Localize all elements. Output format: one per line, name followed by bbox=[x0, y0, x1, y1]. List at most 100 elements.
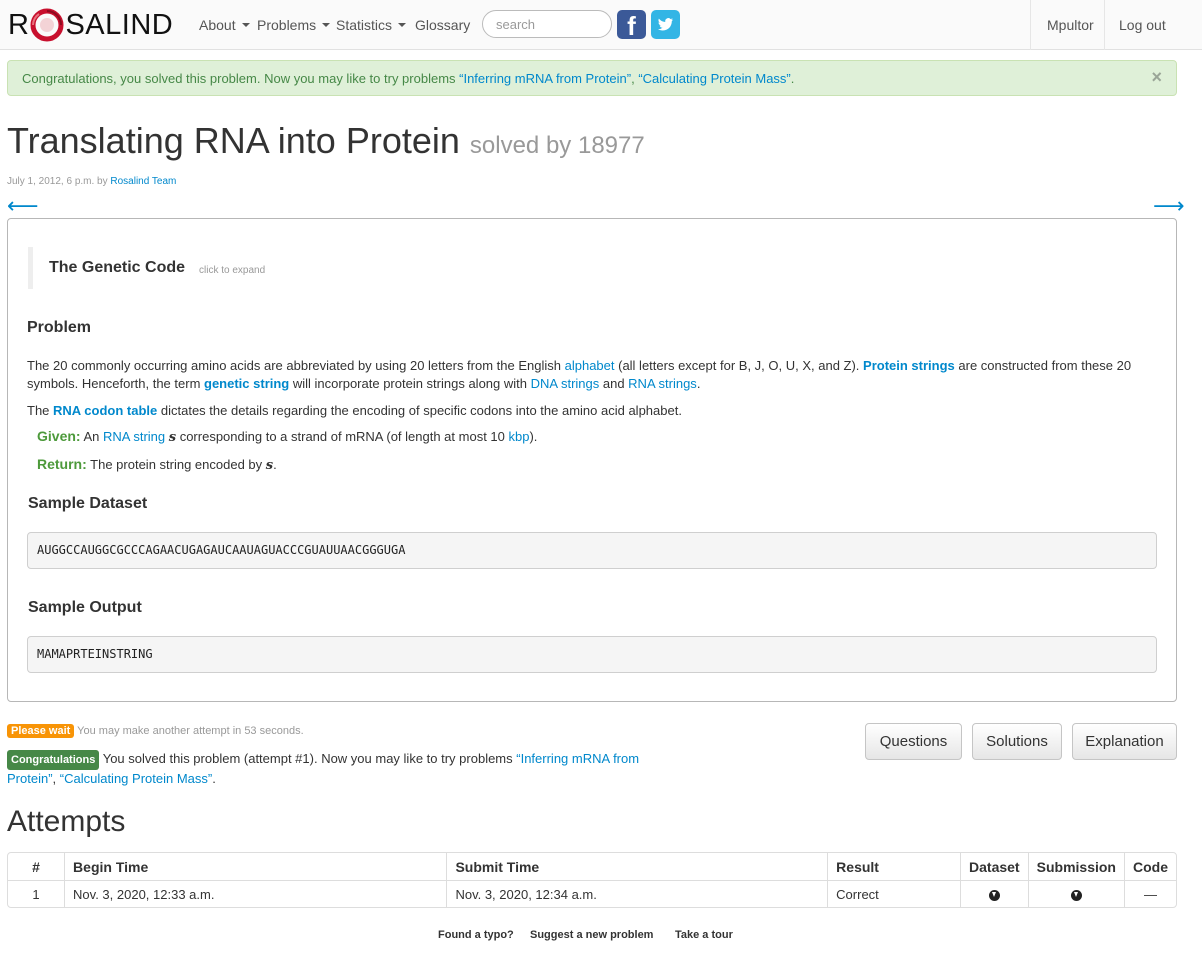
para1-text-f: . bbox=[696, 376, 701, 391]
facebook-icon[interactable]: f bbox=[617, 10, 646, 41]
para1-text-a: The 20 commonly occurring amino acids ar… bbox=[27, 358, 565, 373]
header-dataset: Dataset bbox=[960, 853, 1028, 880]
solutions-button[interactable]: Solutions bbox=[972, 723, 1062, 760]
math-variable-s: s bbox=[265, 458, 274, 473]
twitter-icon[interactable] bbox=[651, 10, 680, 39]
alert-link-inferring-mrna[interactable]: “Inferring mRNA from Protein” bbox=[459, 71, 631, 86]
given-statement: Given: An RNA string s corresponding to … bbox=[37, 428, 537, 445]
section-sample-output: Sample Output bbox=[28, 599, 142, 616]
previous-problem-arrow-icon[interactable]: ⟵ bbox=[7, 193, 39, 219]
return-label: Return: bbox=[37, 456, 87, 472]
download-icon[interactable] bbox=[1070, 889, 1082, 901]
math-variable-s: s bbox=[168, 430, 177, 445]
genetic-code-hint: click to expand bbox=[199, 265, 266, 276]
nav-about[interactable]: About bbox=[199, 17, 250, 33]
given-label: Given: bbox=[37, 428, 81, 444]
nav-statistics[interactable]: Statistics bbox=[336, 17, 407, 33]
top-navbar: R SALIND About Problems Statistics Gloss… bbox=[0, 0, 1202, 50]
para1-text-d: will incorporate protein strings along w… bbox=[289, 376, 531, 391]
nav-glossary[interactable]: Glossary bbox=[415, 17, 470, 33]
nav-problems[interactable]: Problems bbox=[257, 17, 331, 33]
attempt-code: — bbox=[1124, 880, 1176, 907]
para2-text-a: The bbox=[27, 403, 54, 418]
glossary-link-dna-strings[interactable]: DNA strings bbox=[531, 376, 600, 391]
para1-text-b: (all letters except for B, J, O, U, X, a… bbox=[614, 358, 864, 373]
footer-take-tour-link[interactable]: Take a tour bbox=[675, 929, 733, 941]
search-input[interactable] bbox=[482, 10, 612, 38]
logo-letter-r: R bbox=[8, 8, 30, 41]
chevron-down-icon bbox=[241, 23, 250, 27]
header-begin-time: Begin Time bbox=[64, 853, 446, 880]
problem-paragraph-1: The 20 commonly occurring amino acids ar… bbox=[27, 357, 1147, 393]
sample-dataset-block[interactable]: AUGGCCAUGGCGCCCAGAACUGAGAUCAAUAGUACCCGUA… bbox=[27, 532, 1157, 569]
problem-box: The Genetic Code click to expand Problem… bbox=[7, 218, 1177, 702]
nav-user[interactable]: Mpultor bbox=[1030, 0, 1104, 50]
return-text-b: . bbox=[273, 457, 277, 472]
genetic-code-expander[interactable]: The Genetic Code click to expand bbox=[28, 247, 265, 289]
return-statement: Return: The protein string encoded by s. bbox=[37, 456, 277, 473]
header-submission: Submission bbox=[1027, 853, 1124, 880]
return-text-a: The protein string encoded by bbox=[86, 457, 266, 472]
nav-statistics-label: Statistics bbox=[336, 17, 393, 33]
header-code: Code bbox=[1124, 853, 1176, 880]
para1-text-e: and bbox=[599, 376, 629, 391]
wait-status: Please wait You may make another attempt… bbox=[7, 724, 304, 738]
author-link[interactable]: Rosalind Team bbox=[110, 176, 176, 187]
glossary-link-alphabet[interactable]: alphabet bbox=[565, 358, 615, 373]
footer-found-typo-link[interactable]: Found a typo? bbox=[438, 929, 514, 941]
term-genetic-string[interactable]: genetic string bbox=[204, 376, 289, 391]
solved-by-count: solved by 18977 bbox=[469, 132, 645, 159]
given-text-d: ). bbox=[529, 429, 538, 444]
congratulations-badge: Congratulations bbox=[7, 750, 100, 770]
problem-paragraph-2: The RNA codon table dictates the details… bbox=[27, 402, 1147, 420]
given-text-c: corresponding to a strand of mRNA (of le… bbox=[176, 429, 509, 444]
next-problem-arrow-icon[interactable]: ⟶ bbox=[1153, 193, 1185, 219]
footer-suggest-problem-link[interactable]: Suggest a new problem bbox=[530, 929, 653, 941]
logo-text: SALIND bbox=[65, 8, 174, 41]
status-end: . bbox=[212, 771, 216, 786]
attempt-begin-time: Nov. 3, 2020, 12:33 a.m. bbox=[64, 880, 447, 907]
glossary-link-rna-strings[interactable]: RNA strings bbox=[628, 376, 697, 391]
alert-text: Congratulations, you solved this problem… bbox=[22, 71, 460, 86]
section-problem: Problem bbox=[27, 319, 92, 336]
attempt-submit-time: Nov. 3, 2020, 12:34 a.m. bbox=[446, 880, 828, 907]
para2-text-b: dictates the details regarding the encod… bbox=[157, 403, 682, 418]
congrats-status: Congratulations You solved this problem … bbox=[7, 750, 667, 788]
attempt-number: 1 bbox=[8, 880, 65, 907]
status-link-inferring-mrna-part2: Protein” bbox=[7, 771, 53, 786]
sample-output-block[interactable]: MAMAPRTEINSTRING bbox=[27, 636, 1157, 673]
close-icon[interactable]: × bbox=[1151, 67, 1162, 88]
page-title: Translating RNA into Protein solved by 1… bbox=[7, 120, 645, 162]
term-rna-codon-table[interactable]: RNA codon table bbox=[53, 403, 157, 418]
nav-logout[interactable]: Log out bbox=[1104, 0, 1202, 50]
nav-glossary-label: Glossary bbox=[415, 17, 471, 33]
problem-date: July 1, 2012, 6 p.m. by bbox=[7, 176, 111, 187]
given-text-a: An bbox=[80, 429, 103, 444]
nav-problems-label: Problems bbox=[257, 17, 317, 33]
chevron-down-icon bbox=[398, 23, 407, 27]
header-submit-time: Submit Time bbox=[446, 853, 827, 880]
term-protein-strings[interactable]: Protein strings bbox=[863, 358, 955, 373]
download-icon[interactable] bbox=[988, 889, 1000, 901]
rosalind-logo[interactable]: R SALIND bbox=[8, 7, 173, 43]
twitter-bird-glyph bbox=[658, 18, 673, 31]
nav-logout-label: Log out bbox=[1119, 17, 1166, 33]
status-link-inferring-mrna-part1: “Inferring mRNA from bbox=[516, 751, 640, 766]
explanation-button[interactable]: Explanation bbox=[1072, 723, 1177, 760]
table-row: 1 Nov. 3, 2020, 12:33 a.m. Nov. 3, 2020,… bbox=[8, 880, 1176, 907]
attempts-header-row: # Begin Time Submit Time Result Dataset … bbox=[8, 853, 1176, 880]
alert-link-protein-mass[interactable]: “Calculating Protein Mass” bbox=[638, 71, 790, 86]
alert-end: . bbox=[790, 71, 795, 86]
glossary-link-rna-string[interactable]: RNA string bbox=[103, 429, 165, 444]
problem-meta: July 1, 2012, 6 p.m. by Rosalind Team bbox=[7, 176, 176, 187]
attempt-result: Correct bbox=[827, 880, 961, 907]
questions-button[interactable]: Questions bbox=[865, 723, 962, 760]
header-result: Result bbox=[827, 853, 960, 880]
success-alert: Congratulations, you solved this problem… bbox=[7, 60, 1177, 96]
chevron-down-icon bbox=[322, 23, 331, 27]
glossary-link-kbp[interactable]: kbp bbox=[509, 429, 530, 444]
logo-ring-icon bbox=[30, 8, 64, 42]
attempt-submission-cell bbox=[1027, 880, 1124, 907]
problem-title: Translating RNA into Protein bbox=[7, 120, 460, 161]
status-link-protein-mass[interactable]: “Calculating Protein Mass” bbox=[60, 771, 212, 786]
